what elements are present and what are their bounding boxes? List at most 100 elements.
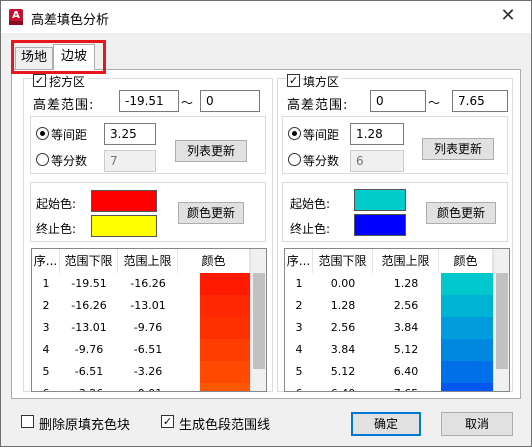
app-logo-icon: A [9, 9, 23, 25]
fill-end-color-label: 终止色: [290, 222, 331, 236]
cut-equal-interval-radio[interactable] [36, 127, 49, 140]
fill-end-color-swatch[interactable] [354, 214, 406, 236]
tab-highlight-box [11, 40, 106, 74]
cut-end-color-swatch[interactable] [91, 215, 157, 237]
cell-lower: -19.51 [71, 277, 107, 290]
cut-table-scrollbar[interactable] [250, 249, 266, 391]
fill-update-list-button[interactable]: 列表更新 [422, 138, 494, 160]
cell-color-swatch[interactable] [200, 361, 250, 383]
fill-range-to-input[interactable]: 7.65 [452, 90, 508, 112]
cut-start-color-swatch[interactable] [91, 190, 157, 212]
cell-seq: 5 [295, 365, 303, 378]
cell-upper: -9.76 [133, 321, 163, 334]
gen-range-line-checkbox[interactable]: ✓ [161, 415, 174, 428]
close-icon[interactable]: ✕ [485, 1, 531, 33]
cell-color-swatch[interactable] [441, 339, 493, 361]
table-row[interactable]: 4 -9.76 -6.51 [32, 339, 250, 361]
cell-color-swatch[interactable] [441, 383, 493, 391]
col-header-seq[interactable]: 序... [285, 249, 313, 273]
fill-range-from-input[interactable]: 0 [370, 90, 426, 112]
cut-interval-input[interactable]: 3.25 [104, 123, 156, 145]
cell-seq: 2 [42, 299, 50, 312]
cell-lower: 0.00 [330, 277, 356, 290]
cell-lower: 3.84 [330, 343, 356, 356]
col-header-upper[interactable]: 范围上限 [118, 249, 178, 273]
cell-upper: -13.01 [130, 299, 166, 312]
delete-fill-checkbox[interactable] [21, 415, 34, 428]
fill-start-color-swatch[interactable] [354, 189, 406, 211]
cut-end-color-label: 终止色: [36, 222, 77, 236]
fill-table-scrollbar[interactable] [493, 249, 509, 391]
table-row[interactable]: 1 -19.51 -16.26 [32, 273, 250, 295]
cell-color-swatch[interactable] [200, 383, 250, 391]
fill-checkbox-label: 填方区 [303, 73, 343, 90]
col-header-seq[interactable]: 序... [32, 249, 60, 273]
cell-seq: 3 [42, 321, 50, 334]
scroll-thumb[interactable] [496, 273, 508, 369]
fill-equal-interval-label: 等间距 [303, 128, 340, 142]
fill-equal-interval-radio[interactable] [288, 127, 301, 140]
fill-checkbox[interactable]: ✓ [287, 74, 300, 87]
tab-panel-slope: ✓ 挖方区 高差范围: -19.51 ～ 0 等间距 3.25 列表更新 等分数… [11, 69, 521, 399]
table-row[interactable]: 6-3.26-0.01 [32, 383, 250, 391]
cut-update-list-button[interactable]: 列表更新 [175, 140, 247, 162]
cell-seq: 6 [32, 383, 60, 391]
cell-color-swatch[interactable] [200, 273, 250, 295]
cell-color-swatch[interactable] [200, 339, 250, 361]
cut-range-separator: ～ [181, 96, 194, 110]
fill-interval-input[interactable]: 1.28 [350, 123, 404, 145]
fill-range-label: 高差范围: [287, 98, 349, 113]
col-header-color[interactable]: 颜色 [178, 249, 250, 273]
fill-range-table: 序... 范围下限 范围上限 颜色 1 0.00 1.28 2 1.28 2.56 3 2.5… [284, 248, 510, 392]
cut-range-label: 高差范围: [33, 98, 95, 113]
table-row[interactable]: 5 -6.51 -3.26 [32, 361, 250, 383]
cell-color-swatch[interactable] [441, 317, 493, 339]
fill-equal-count-radio[interactable] [288, 153, 301, 166]
cell-seq: 4 [295, 343, 303, 356]
col-header-lower[interactable]: 范围下限 [313, 249, 373, 273]
table-row[interactable]: 5 5.12 6.40 [285, 361, 493, 383]
cell-upper: 7.65 [373, 383, 439, 391]
cell-upper: 5.12 [393, 343, 419, 356]
cell-lower: 2.56 [330, 321, 356, 334]
fill-update-color-button[interactable]: 颜色更新 [426, 202, 496, 224]
table-row[interactable]: 2 1.28 2.56 [285, 295, 493, 317]
delete-fill-label: 删除原填充色块 [39, 418, 131, 433]
fill-count-input[interactable]: 6 [350, 150, 404, 172]
title-bar[interactable]: A 高差填色分析 ✕ [1, 1, 531, 33]
col-header-color[interactable]: 颜色 [439, 249, 493, 273]
table-row[interactable]: 2 -16.26 -13.01 [32, 295, 250, 317]
cancel-button[interactable]: 取消 [441, 412, 513, 436]
cell-color-swatch[interactable] [441, 273, 493, 295]
scroll-thumb[interactable] [253, 273, 265, 369]
fill-range-separator: ～ [428, 96, 441, 110]
cut-count-input[interactable]: 7 [104, 150, 156, 172]
cell-lower: -6.51 [74, 365, 104, 378]
col-header-upper[interactable]: 范围上限 [373, 249, 439, 273]
cell-seq: 1 [295, 277, 303, 290]
cut-update-color-button[interactable]: 颜色更新 [178, 202, 244, 224]
cut-range-from-input[interactable]: -19.51 [119, 90, 179, 112]
cell-upper: -16.26 [130, 277, 166, 290]
cell-seq: 6 [285, 383, 313, 391]
cell-color-swatch[interactable] [200, 295, 250, 317]
table-row[interactable]: 3 2.56 3.84 [285, 317, 493, 339]
table-row[interactable]: 3 -13.01 -9.76 [32, 317, 250, 339]
dialog-window: A 高差填色分析 ✕ 场地 边坡 ✓ 挖方区 高差范围: -19.51 ～ 0 … [0, 0, 532, 447]
table-row[interactable]: 4 3.84 5.12 [285, 339, 493, 361]
cut-equal-count-radio[interactable] [36, 153, 49, 166]
cell-color-swatch[interactable] [200, 317, 250, 339]
cut-checkbox[interactable]: ✓ [33, 74, 46, 87]
cell-upper: 3.84 [393, 321, 419, 334]
cell-color-swatch[interactable] [441, 361, 493, 383]
table-row[interactable]: 1 0.00 1.28 [285, 273, 493, 295]
ok-button[interactable]: 确定 [351, 412, 421, 436]
col-header-lower[interactable]: 范围下限 [60, 249, 118, 273]
cut-range-to-input[interactable]: 0 [200, 90, 260, 112]
table-row[interactable]: 66.407.65 [285, 383, 493, 391]
cell-lower: -3.26 [60, 383, 118, 391]
cell-upper: -3.26 [133, 365, 163, 378]
cell-seq: 3 [295, 321, 303, 334]
cell-upper: 6.40 [393, 365, 419, 378]
cell-color-swatch[interactable] [441, 295, 493, 317]
